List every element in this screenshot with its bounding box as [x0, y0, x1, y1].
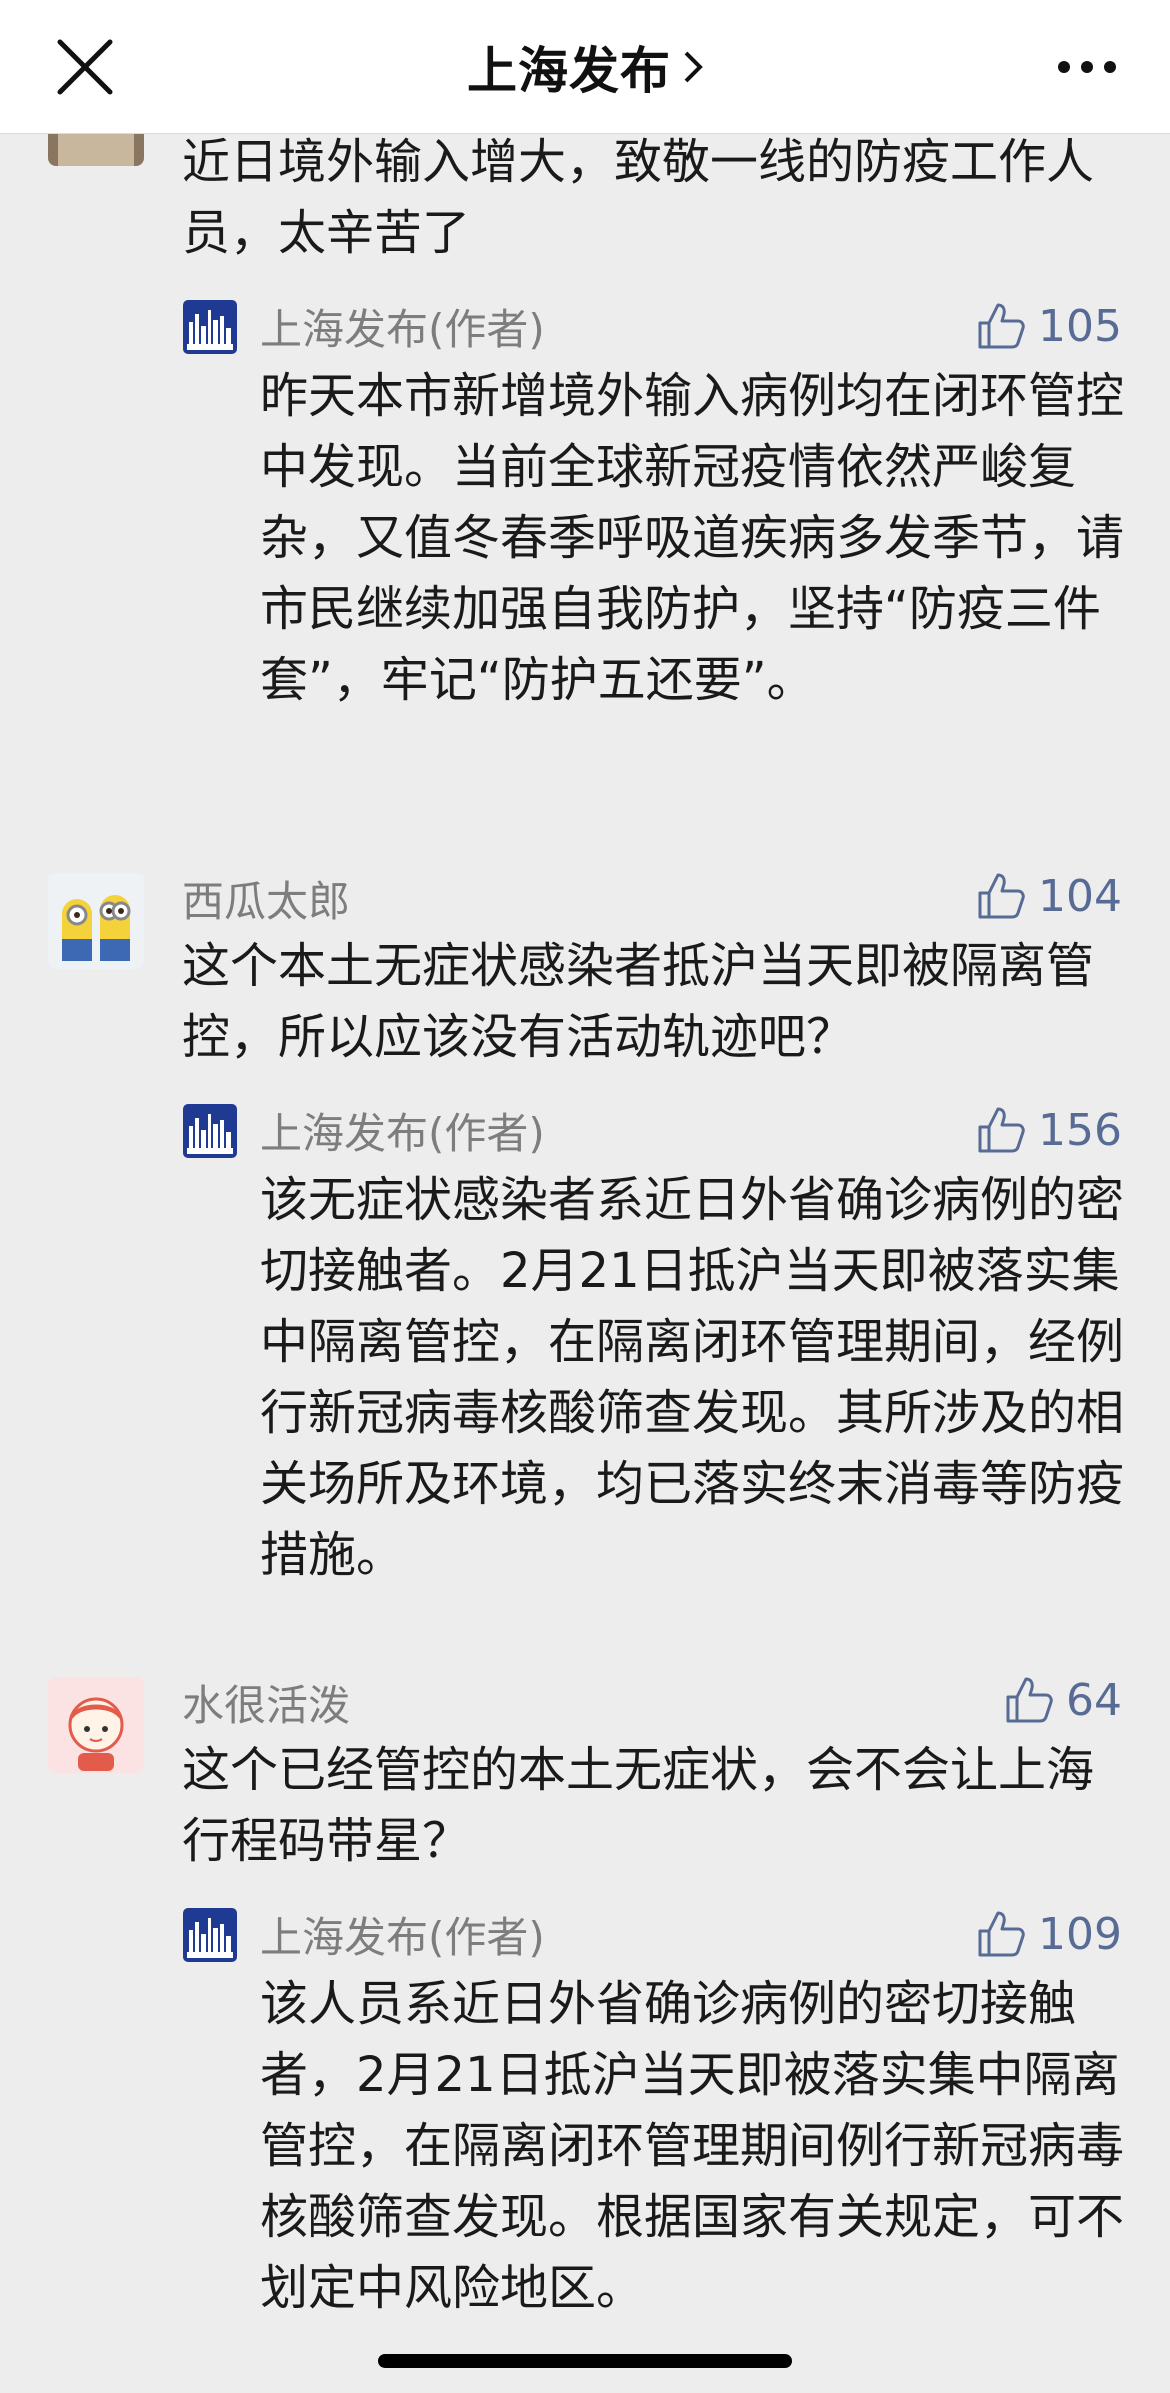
page-title[interactable]: 上海发布 — [467, 31, 671, 103]
reply-text: 昨天本市新增境外输入病例均在闭环管控中发现。当前全球新冠疫情依然严峻复杂，又值冬… — [260, 368, 1125, 708]
reply-text: 该人员系近日外省确诊病例的密切接触者，2月21日抵沪当天即被落实集中隔离管控，在… — [260, 1976, 1125, 2316]
avatar[interactable] — [48, 873, 144, 969]
comment-text: 近日境外输入增大，致敬一线的防疫工作人员，太辛苦了 — [182, 134, 1095, 261]
reply-author-name[interactable]: 上海发布(作者) — [260, 296, 545, 357]
comment-text: 这个已经管控的本土无症状，会不会让上海行程码带星？ — [182, 1742, 1095, 1869]
shanghai-fabu-logo-icon — [183, 300, 237, 354]
like-button[interactable]: 64 — [1004, 1670, 1122, 1730]
reply-text: 该无症状感染者系近日外省确诊病例的密切接触者。2月21日抵沪当天即被落实集中隔离… — [260, 1172, 1125, 1583]
commenter-name[interactable]: 西瓜太郎 — [182, 868, 350, 929]
like-count: 64 — [1066, 1674, 1122, 1726]
like-count: 104 — [1038, 870, 1122, 922]
cartoon-girl-avatar-icon — [48, 1677, 144, 1773]
like-button[interactable]: 109 — [976, 1904, 1122, 1964]
author-logo — [183, 1104, 237, 1158]
more-icon[interactable] — [1056, 52, 1118, 82]
minion-avatar-icon — [48, 873, 144, 969]
reply-author-name[interactable]: 上海发布(作者) — [260, 1100, 545, 1161]
author-logo — [183, 300, 237, 354]
shanghai-fabu-logo-icon — [183, 1908, 237, 1962]
avatar[interactable] — [48, 1677, 144, 1773]
close-icon[interactable] — [52, 38, 118, 98]
like-count: 105 — [1038, 300, 1122, 352]
like-count: 109 — [1038, 1908, 1122, 1960]
like-count: 156 — [1038, 1104, 1122, 1156]
thumbs-up-icon — [978, 303, 1025, 349]
title-area[interactable]: 上海发布 — [0, 0, 1170, 133]
author-logo — [183, 1908, 237, 1962]
reply-author-name[interactable]: 上海发布(作者) — [260, 1904, 545, 1965]
like-button[interactable]: 105 — [976, 296, 1122, 356]
thumbs-up-icon — [978, 873, 1025, 919]
like-button[interactable]: 156 — [976, 1100, 1122, 1160]
comment-text: 这个本土无症状感染者抵沪当天即被隔离管控，所以应该没有活动轨迹吧？ — [182, 938, 1095, 1065]
thumbs-up-icon — [978, 1107, 1025, 1153]
thumbs-up-icon — [978, 1911, 1025, 1957]
shanghai-fabu-logo-icon — [183, 1104, 237, 1158]
thumbs-up-icon — [1006, 1677, 1053, 1723]
top-bar: 上海发布 — [0, 0, 1170, 134]
like-button[interactable]: 104 — [976, 866, 1122, 926]
home-indicator[interactable] — [378, 2354, 792, 2368]
chevron-right-icon — [684, 51, 703, 82]
commenter-name[interactable]: 水很活泼 — [182, 1672, 350, 1733]
